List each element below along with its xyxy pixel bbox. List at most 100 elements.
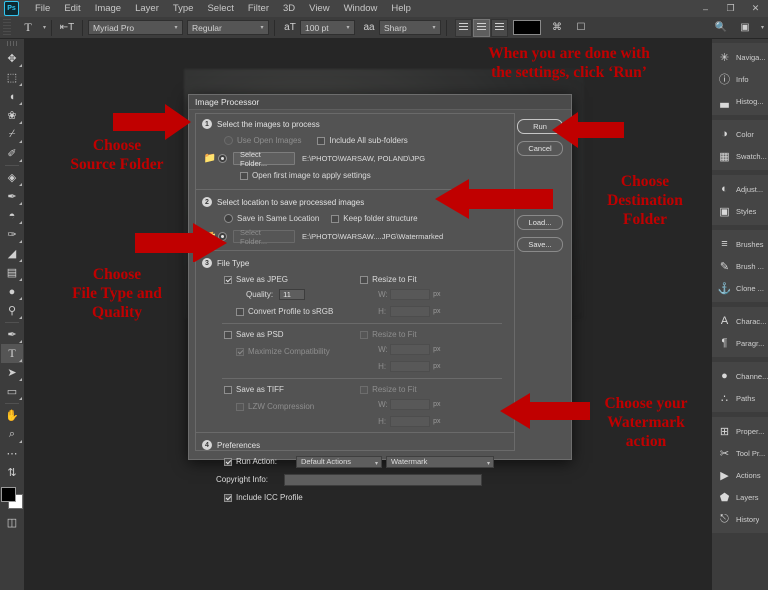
action-name-select[interactable]: Watermark ▾: [386, 455, 494, 468]
panel-tab-clone-source[interactable]: ⚓ Clone ...: [712, 277, 768, 299]
blur-tool[interactable]: ●: [1, 282, 23, 301]
path-selection-tool[interactable]: ➤: [1, 363, 23, 382]
marquee-tool[interactable]: ⬚: [1, 68, 23, 87]
minimize-button[interactable]: –: [693, 0, 718, 17]
copyright-input[interactable]: [284, 473, 482, 486]
panel-tab-character[interactable]: A Charac...: [712, 310, 768, 332]
psd-height-input[interactable]: [390, 361, 431, 372]
menu-image[interactable]: Image: [88, 0, 128, 17]
warp-text-icon[interactable]: ⌘: [547, 19, 567, 37]
menu-file[interactable]: File: [28, 0, 57, 17]
use-open-images-radio[interactable]: [224, 136, 233, 145]
panel-tab-histogram[interactable]: ▃ Histog...: [712, 90, 768, 112]
panel-tab-brushes[interactable]: ≡ Brushes: [712, 233, 768, 255]
panel-tab-info[interactable]: ⓘ Info: [712, 68, 768, 90]
align-center-button[interactable]: [473, 18, 491, 37]
clone-stamp-tool[interactable]: ◓: [1, 206, 23, 225]
font-size-select[interactable]: 100 pt ▾: [300, 20, 356, 35]
menu-help[interactable]: Help: [384, 0, 418, 17]
restore-button[interactable]: ❐: [718, 0, 743, 17]
keep-folder-structure-checkbox[interactable]: [331, 214, 340, 223]
save-as-jpeg-checkbox[interactable]: [224, 275, 232, 284]
active-tool-icon[interactable]: T: [15, 18, 41, 37]
psd-width-input[interactable]: [390, 344, 431, 355]
search-icon[interactable]: 🔍: [711, 19, 731, 37]
quick-selection-tool[interactable]: ❀: [1, 106, 23, 125]
chevron-down-icon[interactable]: ▾: [761, 24, 764, 31]
open-first-image-checkbox[interactable]: [240, 171, 248, 180]
menu-filter[interactable]: Filter: [241, 0, 276, 17]
psd-resize-to-fit-checkbox[interactable]: [360, 330, 369, 339]
save-as-psd-checkbox[interactable]: [224, 330, 232, 339]
spot-healing-brush-tool[interactable]: ◈: [1, 168, 23, 187]
tool-preset-chevron-down-icon[interactable]: ▾: [43, 24, 46, 31]
maximize-compatibility-checkbox[interactable]: [236, 347, 244, 356]
convert-to-srgb-checkbox[interactable]: [236, 307, 244, 316]
dodge-tool[interactable]: ⚲: [1, 301, 23, 320]
anti-alias-select[interactable]: Sharp ▾: [379, 20, 442, 35]
color-swatches[interactable]: [1, 487, 23, 509]
menu-window[interactable]: Window: [337, 0, 385, 17]
lzw-compression-checkbox[interactable]: [236, 402, 244, 411]
panel-tab-styles[interactable]: ▣ Styles: [712, 200, 768, 222]
panel-tab-layers[interactable]: ⬟ Layers: [712, 486, 768, 508]
quick-mask-icon[interactable]: ◫: [1, 513, 23, 532]
include-subfolders-checkbox[interactable]: [317, 136, 326, 145]
workspace-icon[interactable]: ▣: [735, 19, 755, 37]
rectangle-tool[interactable]: ▭: [1, 382, 23, 401]
brush-tool[interactable]: ✒: [1, 187, 23, 206]
menu-view[interactable]: View: [302, 0, 336, 17]
font-style-select[interactable]: Regular ▾: [187, 20, 270, 35]
jpeg-resize-to-fit-checkbox[interactable]: [360, 275, 369, 284]
crop-tool[interactable]: ⌿: [1, 125, 23, 144]
move-tool[interactable]: ✥: [1, 49, 23, 68]
foreground-color-swatch[interactable]: [1, 487, 16, 502]
character-panel-toggle-icon[interactable]: ☐: [571, 19, 591, 37]
eyedropper-tool[interactable]: ✐: [1, 144, 23, 163]
tiff-height-input[interactable]: [390, 416, 431, 427]
panel-tab-navigator[interactable]: ✳ Naviga...: [712, 46, 768, 68]
panel-tab-history[interactable]: ⎋ History: [712, 508, 768, 530]
history-brush-tool[interactable]: ✑: [1, 225, 23, 244]
select-dest-folder-button[interactable]: Select Folder...: [233, 228, 295, 246]
panel-tab-adjustments[interactable]: ◐ Adjust...: [712, 178, 768, 200]
menu-3d[interactable]: 3D: [276, 0, 302, 17]
dialog-title-bar[interactable]: Image Processor: [189, 95, 571, 110]
jpeg-height-input[interactable]: [390, 306, 431, 317]
panel-tab-actions[interactable]: ▶ Actions: [712, 464, 768, 486]
edit-toolbar-icon[interactable]: ⋯: [1, 444, 23, 463]
eraser-tool[interactable]: ◢: [1, 244, 23, 263]
type-tool[interactable]: T: [1, 344, 23, 363]
panel-tab-brush-settings[interactable]: ✎ Brush ...: [712, 255, 768, 277]
menu-layer[interactable]: Layer: [128, 0, 166, 17]
run-action-checkbox[interactable]: [224, 457, 232, 466]
jpeg-quality-input[interactable]: 11: [279, 289, 306, 300]
zoom-tool[interactable]: ⌕: [1, 425, 23, 444]
panel-tab-swatches[interactable]: ▦ Swatch...: [712, 145, 768, 167]
gradient-tool[interactable]: ▤: [1, 263, 23, 282]
jpeg-width-input[interactable]: [390, 289, 431, 300]
switch-colors-icon[interactable]: ⇅: [1, 463, 23, 482]
align-left-button[interactable]: [455, 18, 473, 37]
action-set-select[interactable]: Default Actions ▾: [296, 455, 382, 468]
font-family-select[interactable]: Myriad Pro ▾: [88, 20, 184, 35]
hand-tool[interactable]: ✋: [1, 406, 23, 425]
panel-tab-paragraph[interactable]: ¶ Paragr...: [712, 332, 768, 354]
close-button[interactable]: ✕: [743, 0, 768, 17]
pen-tool[interactable]: ✒: [1, 325, 23, 344]
include-icc-profile-checkbox[interactable]: [224, 493, 232, 502]
options-bar-grip[interactable]: [3, 18, 11, 37]
panel-tab-channels[interactable]: ● Channe...: [712, 365, 768, 387]
tiff-width-input[interactable]: [390, 399, 431, 410]
select-folder-radio[interactable]: [218, 154, 227, 163]
menu-edit[interactable]: Edit: [57, 0, 87, 17]
select-source-folder-button[interactable]: Select Folder...: [233, 150, 295, 168]
save-button[interactable]: Save...: [517, 237, 563, 252]
text-color-swatch[interactable]: [513, 20, 542, 35]
text-orientation-icon[interactable]: ⇤T: [57, 19, 77, 37]
menu-type[interactable]: Type: [166, 0, 201, 17]
panel-tab-color[interactable]: ◑ Color: [712, 123, 768, 145]
menu-select[interactable]: Select: [200, 0, 240, 17]
align-right-button[interactable]: [491, 18, 509, 37]
tools-panel-grip[interactable]: [7, 41, 17, 46]
